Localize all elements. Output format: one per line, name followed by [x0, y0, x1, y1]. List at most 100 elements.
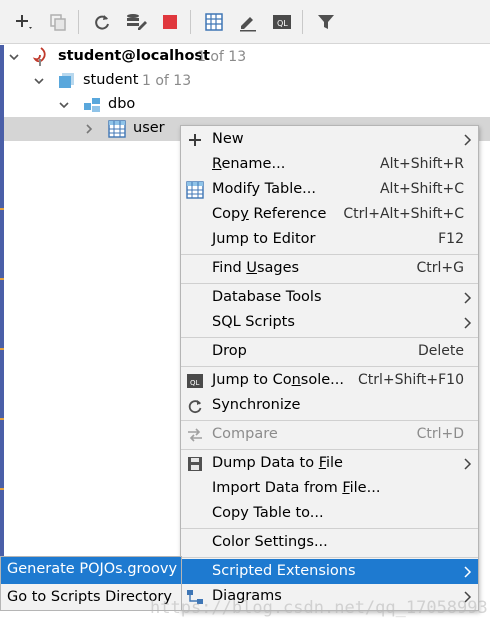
menu-item-label: Modify Table... — [212, 181, 316, 197]
menu-item-import-data[interactable]: Import Data from File... — [181, 476, 478, 501]
toolbar-separator — [302, 10, 303, 34]
menu-item-label: Find Usages — [212, 260, 300, 276]
sync-icon — [186, 397, 204, 415]
schema-edit-icon[interactable] — [124, 10, 148, 34]
menu-item-shortcut: Ctrl+Shift+F10 — [357, 372, 464, 388]
menu-separator — [181, 337, 478, 338]
menu-item-copy-reference[interactable]: Copy Reference Ctrl+Alt+Shift+C — [181, 202, 478, 227]
menu-separator — [181, 528, 478, 529]
menu-item-shortcut: Alt+Shift+R — [380, 156, 464, 172]
datasource-count: 1 of 13 — [197, 49, 247, 65]
svg-text:QL: QL — [190, 379, 200, 387]
menu-item-label: Database Tools — [212, 289, 322, 305]
menu-separator — [181, 420, 478, 421]
menu-separator — [181, 557, 478, 558]
compare-icon — [186, 426, 204, 444]
table-icon[interactable] — [202, 10, 226, 34]
menu-item-shortcut: Ctrl+D — [416, 426, 464, 442]
chevron-right-icon — [464, 134, 472, 146]
menu-item-label: Drop — [212, 343, 247, 359]
context-menu: New Rename... Alt+Shift+R Modify Table..… — [180, 125, 479, 611]
menu-item-label: Scripted Extensions — [212, 563, 356, 579]
menu-item-jump-to-console[interactable]: QL Jump to Console... Ctrl+Shift+F10 — [181, 368, 478, 393]
menu-item-shortcut: Ctrl+G — [416, 260, 465, 276]
tree-node-schema[interactable]: dbo — [4, 93, 490, 117]
database-label: student — [83, 72, 139, 88]
menu-item-new[interactable]: New — [181, 127, 478, 152]
menu-item-modify-table[interactable]: Modify Table... Alt+Shift+C — [181, 177, 478, 202]
stop-icon[interactable] — [158, 10, 182, 34]
menu-item-find-usages[interactable]: Find Usages Ctrl+G — [181, 256, 478, 281]
menu-item-jump-to-editor[interactable]: Jump to Editor F12 — [181, 227, 478, 252]
schema-label: dbo — [108, 96, 136, 112]
toolbar-separator — [190, 10, 191, 34]
menu-item-color-settings[interactable]: Color Settings... — [181, 530, 478, 555]
menu-separator — [181, 366, 478, 367]
menu-item-label: Synchronize — [212, 397, 301, 413]
menu-item-label: Dump Data to File — [212, 455, 343, 471]
scripted-extensions-submenu: Generate POJOs.groovy Go to Scripts Dire… — [0, 556, 182, 611]
submenu-item-label: Go to Scripts Directory — [7, 589, 172, 605]
filter-icon[interactable] — [314, 10, 338, 34]
schema-icon — [83, 96, 101, 114]
chevron-right-icon — [464, 458, 472, 470]
chevron-right-icon — [464, 317, 472, 329]
submenu-item-generate-pojos[interactable]: Generate POJOs.groovy — [1, 557, 181, 584]
menu-item-diagrams[interactable]: Diagrams — [181, 584, 478, 609]
menu-item-compare[interactable]: Compare Ctrl+D — [181, 422, 478, 447]
plus-icon — [186, 131, 204, 149]
table-icon — [186, 181, 204, 199]
chevron-down-icon[interactable] — [7, 50, 21, 64]
menu-item-dump-data[interactable]: Dump Data to File — [181, 451, 478, 476]
database-count: 1 of 13 — [142, 73, 192, 89]
edit-icon[interactable] — [236, 10, 260, 34]
menu-item-label: Jump to Editor — [212, 231, 316, 247]
datasource-label: student@localhost — [58, 48, 210, 64]
datasource-icon — [32, 47, 50, 66]
database-icon — [58, 72, 76, 90]
menu-item-label: New — [212, 131, 244, 147]
menu-item-shortcut: Ctrl+Alt+Shift+C — [343, 206, 464, 222]
refresh-icon[interactable] — [90, 10, 114, 34]
tree-node-datasource[interactable]: student@localhost 1 of 13 — [4, 45, 490, 69]
sql-console-icon: QL — [186, 372, 204, 390]
menu-item-label: Color Settings... — [212, 534, 328, 550]
duplicate-icon[interactable] — [46, 10, 70, 34]
menu-item-shortcut: F12 — [438, 231, 464, 247]
menu-item-label: Rename... — [212, 156, 286, 172]
chevron-right-icon[interactable] — [82, 122, 96, 136]
menu-item-label: SQL Scripts — [212, 314, 295, 330]
chevron-right-icon — [464, 292, 472, 304]
chevron-down-icon[interactable] — [32, 74, 46, 88]
menu-item-shortcut: Delete — [418, 343, 464, 359]
menu-separator — [181, 254, 478, 255]
menu-separator — [181, 449, 478, 450]
submenu-item-label: Generate POJOs.groovy — [7, 561, 178, 577]
chevron-right-icon — [464, 566, 472, 578]
menu-item-label: Jump to Console... — [212, 372, 344, 388]
menu-item-database-tools[interactable]: Database Tools — [181, 285, 478, 310]
menu-item-copy-table[interactable]: Copy Table to... — [181, 501, 478, 526]
menu-item-drop[interactable]: Drop Delete — [181, 339, 478, 364]
table-label: user — [133, 120, 165, 136]
menu-item-shortcut: Alt+Shift+C — [379, 181, 464, 197]
table-icon — [108, 120, 126, 138]
menu-item-synchronize[interactable]: Synchronize — [181, 393, 478, 418]
menu-separator — [181, 283, 478, 284]
tree-node-database[interactable]: student 1 of 13 — [4, 69, 490, 93]
menu-item-rename[interactable]: Rename... Alt+Shift+R — [181, 152, 478, 177]
save-icon — [186, 455, 204, 473]
menu-item-label: Import Data from File... — [212, 480, 381, 496]
svg-text:QL: QL — [277, 19, 288, 28]
add-icon[interactable] — [12, 10, 36, 34]
menu-item-scripted-extensions[interactable]: Scripted Extensions — [181, 559, 478, 584]
toolbar-separator — [78, 10, 79, 34]
menu-item-label: Diagrams — [212, 588, 282, 604]
menu-item-label: Compare — [212, 426, 278, 442]
sql-console-icon[interactable]: QL — [270, 10, 294, 34]
chevron-down-icon[interactable] — [57, 98, 71, 112]
menu-item-sql-scripts[interactable]: SQL Scripts — [181, 310, 478, 335]
menu-item-label: Copy Table to... — [212, 505, 324, 521]
submenu-item-go-to-scripts[interactable]: Go to Scripts Directory — [1, 585, 181, 612]
chevron-right-icon — [464, 591, 472, 603]
